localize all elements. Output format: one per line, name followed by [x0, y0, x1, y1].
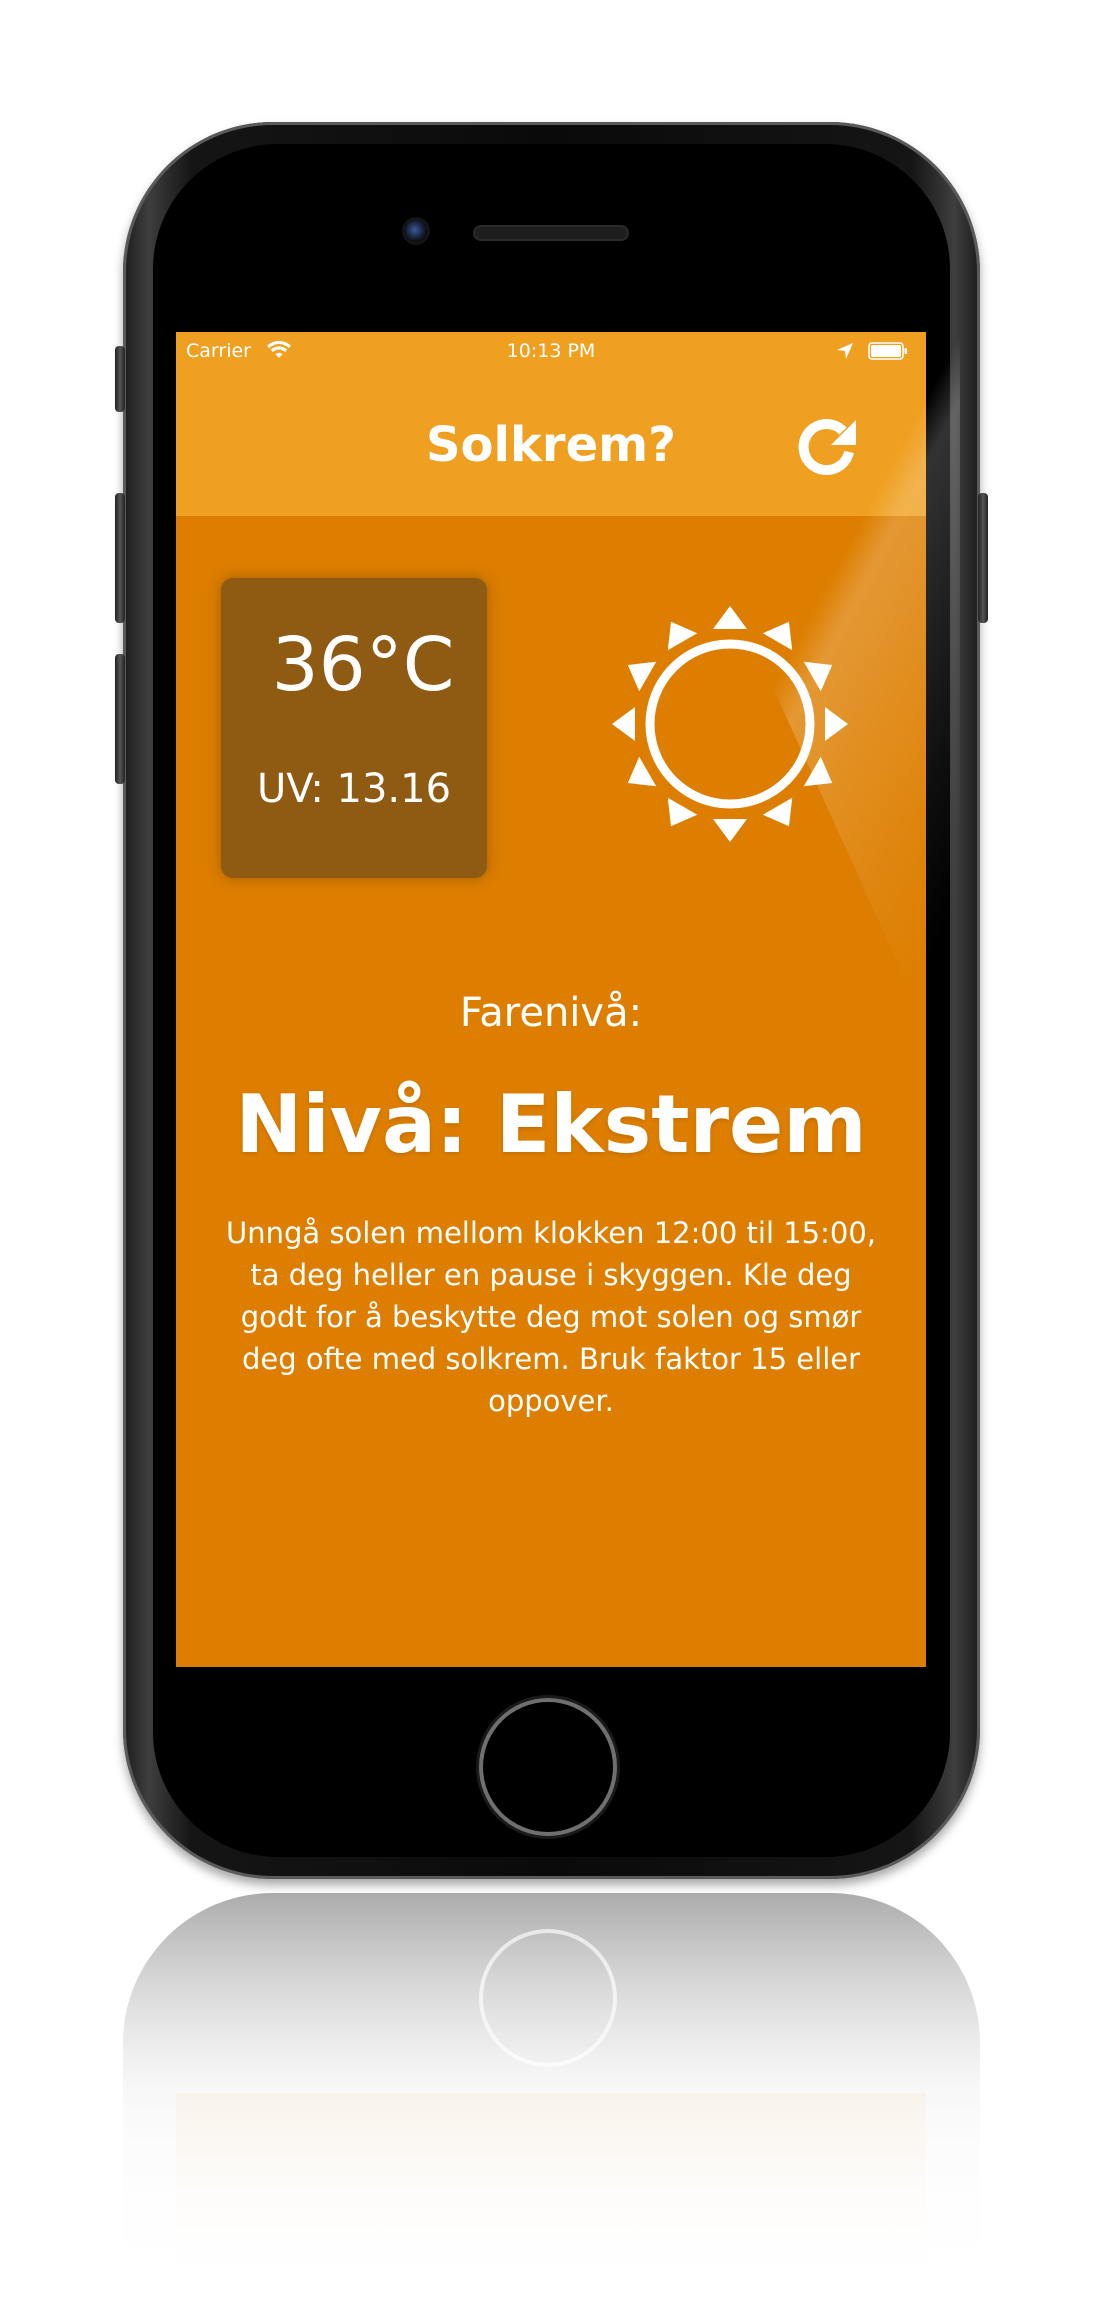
sun-icon [612, 606, 848, 842]
status-time: 10:13 PM [506, 340, 596, 362]
app-screen: Carrier 10:13 PM Solkrem? 36°C UV: 13.16… [176, 332, 926, 1667]
reflection-fade [123, 1893, 980, 2293]
battery-icon [868, 342, 907, 360]
front-camera [405, 220, 427, 242]
sun-advice-text: Unngå solen mellom klokken 12:00 til 15:… [225, 1216, 877, 1418]
phone-reflection [123, 1893, 980, 2293]
weather-stats-card: 36°C UV: 13.16 [221, 578, 487, 878]
danger-level-label: Farenivå: [459, 990, 643, 1036]
navigation-bar: Carrier 10:13 PM Solkrem? [176, 332, 926, 516]
power-button [978, 493, 988, 623]
location-icon [837, 343, 853, 359]
danger-level-value: Nivå: Ekstrem [235, 1078, 867, 1171]
mute-switch [115, 346, 125, 412]
temperature-value: 36°C [271, 622, 455, 708]
volume-down-button [115, 654, 125, 784]
home-button[interactable] [483, 1702, 613, 1832]
refresh-icon[interactable] [794, 414, 860, 480]
volume-up-button [115, 493, 125, 623]
status-bar: Carrier 10:13 PM [176, 332, 926, 372]
earpiece-speaker [475, 227, 627, 239]
uv-index-value: UV: 13.16 [256, 766, 452, 812]
